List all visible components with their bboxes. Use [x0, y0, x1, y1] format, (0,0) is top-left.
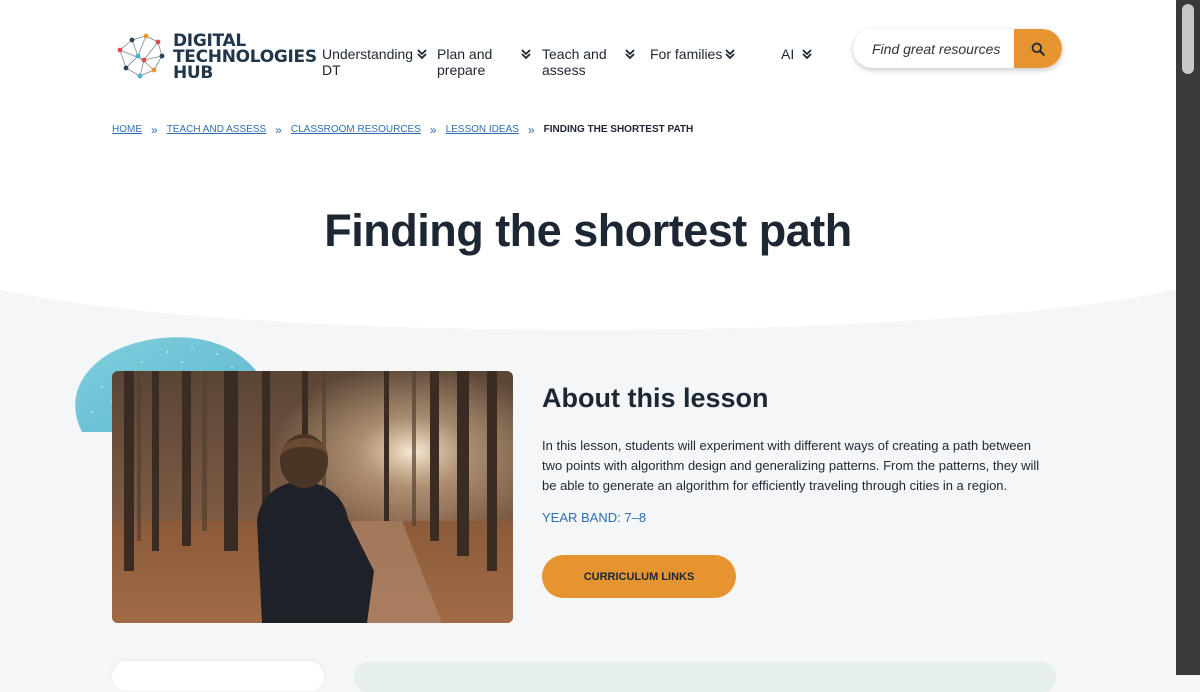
search-button[interactable] [1014, 29, 1062, 68]
nav-label: AI [781, 46, 795, 62]
breadcrumb-classroom-resources[interactable]: CLASSROOM RESOURCES [291, 124, 421, 135]
forest-photo [112, 371, 513, 623]
chevron-double-down-icon[interactable] [520, 48, 532, 60]
year-band: YEAR BAND: 7–8 [542, 510, 647, 525]
double-chevron-right-icon: » [527, 122, 535, 137]
lesson-description: In this lesson, students will experiment… [542, 438, 1040, 493]
double-chevron-right-icon: » [151, 122, 158, 137]
site-logo[interactable]: DIGITAL TECHNOLOGIES HUB [114, 30, 317, 82]
logo-line: HUB [173, 63, 214, 83]
nav-understanding-dt[interactable]: Understanding DT [322, 46, 413, 78]
chevron-double-down-icon[interactable] [724, 48, 736, 60]
nav-teach-and-assess[interactable]: Teach and assess [542, 46, 607, 78]
search-icon [1031, 42, 1045, 56]
nav-label: DT [322, 62, 341, 78]
network-dots-icon [117, 33, 165, 79]
breadcrumb-teach-and-assess[interactable]: TEACH AND ASSESS [167, 124, 266, 135]
breadcrumb: HOME » TEACH AND ASSESS » CLASSROOM RESO… [112, 122, 694, 137]
nav-label: For families [650, 46, 723, 62]
site-header: DIGITAL TECHNOLOGIES HUB Understanding D… [0, 0, 1176, 100]
content-card [354, 662, 1056, 692]
breadcrumb-home[interactable]: HOME [112, 124, 142, 135]
lesson-image [112, 371, 513, 623]
scrollbar-track[interactable] [1176, 0, 1200, 675]
nav-for-families[interactable]: For families [650, 46, 722, 62]
search-box [853, 29, 1062, 68]
chevron-double-down-icon[interactable] [416, 48, 428, 60]
sidebar-card [112, 661, 324, 691]
double-chevron-right-icon: » [275, 122, 282, 137]
breadcrumb-lesson-ideas[interactable]: LESSON IDEAS [446, 124, 519, 135]
curriculum-links-button[interactable]: CURRICULUM LINKS [542, 555, 736, 598]
nav-ai[interactable]: AI [781, 46, 794, 62]
nav-label: Understanding [322, 46, 414, 62]
nav-plan-and-prepare[interactable]: Plan and prepare [437, 46, 492, 78]
nav-label: Teach and [542, 46, 607, 62]
page-title: Finding the shortest path [324, 205, 852, 256]
nav-label: prepare [437, 62, 486, 78]
search-input[interactable] [853, 29, 1013, 68]
double-chevron-right-icon: » [429, 122, 437, 137]
chevron-double-down-icon[interactable] [801, 48, 813, 60]
nav-label: assess [542, 62, 586, 78]
chevron-double-down-icon[interactable] [624, 48, 636, 60]
nav-label: Plan and [437, 46, 493, 62]
scrollbar-thumb[interactable] [1182, 4, 1194, 74]
breadcrumb-current: FINDING THE SHORTEST PATH [543, 124, 694, 135]
logo-wordmark: DIGITAL TECHNOLOGIES HUB [173, 33, 317, 83]
about-heading: About this lesson [542, 383, 769, 413]
